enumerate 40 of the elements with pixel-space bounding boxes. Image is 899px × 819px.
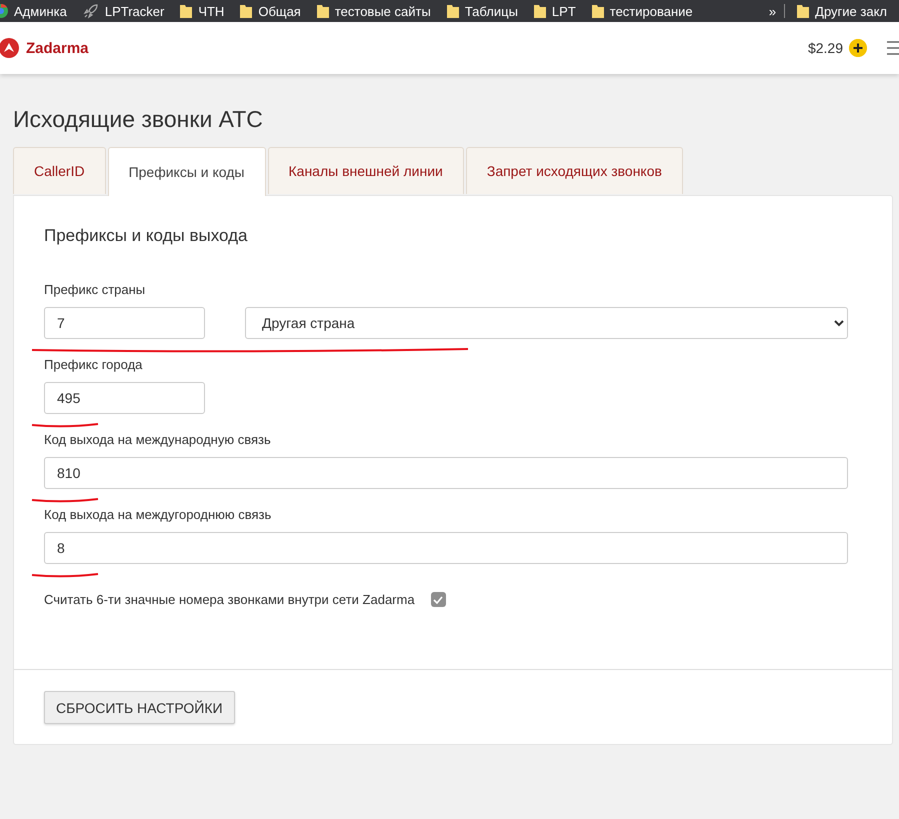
menu-icon[interactable] — [887, 41, 899, 55]
bookmark[interactable]: ЧТН — [176, 4, 236, 18]
tab[interactable]: CallerID — [13, 147, 106, 194]
balance-amount: $2.29 — [808, 40, 843, 56]
section-title: Префиксы и коды выхода — [44, 226, 248, 246]
tab[interactable]: Запрет исходящих звонков — [466, 147, 683, 194]
rocket-icon — [82, 3, 99, 19]
checkbox-label: Считать 6-ти значные номера звонками внутри сети Zadarma — [44, 592, 415, 607]
input-field[interactable]: 810 — [44, 457, 848, 489]
folder-icon — [592, 4, 604, 18]
input-field[interactable]: 495 — [44, 382, 205, 414]
input-field[interactable]: 8 — [44, 532, 848, 564]
reset-settings-button[interactable]: СБРОСИТЬ НАСТРОЙКИ — [44, 691, 235, 724]
field-label: Код выхода на международную связь — [44, 432, 272, 447]
bookmark[interactable]: тестирование — [588, 4, 705, 18]
tab[interactable]: Префиксы и коды — [108, 147, 266, 196]
field-label: Префикс города — [44, 357, 144, 372]
bookmark[interactable]: тестовые сайты — [312, 4, 443, 18]
more-bookmarks-button[interactable]: » — [760, 4, 784, 18]
country-dropdown[interactable]: Другая страна — [245, 307, 848, 339]
field-label: Код выхода на междугороднюю связь — [44, 507, 272, 522]
folder-icon — [534, 4, 546, 18]
bookmark[interactable]: Таблицы — [442, 4, 530, 18]
bookmark[interactable]: Админка — [0, 4, 79, 18]
bookmark[interactable]: LPT — [530, 4, 588, 18]
bookmark[interactable]: Другие закл — [793, 4, 899, 18]
brand-logo[interactable]: Zadarma — [0, 37, 89, 59]
bookmark[interactable]: LPTracker — [78, 3, 176, 19]
checkmark-icon — [433, 596, 444, 604]
page-title: Исходящие звонки АТС — [13, 106, 264, 133]
bookmark[interactable]: Общая — [236, 4, 313, 18]
field-label: Префикс страны — [44, 282, 146, 297]
folder-icon — [446, 4, 459, 18]
tab[interactable]: Каналы внешней линии — [268, 147, 464, 194]
add-funds-icon[interactable] — [849, 39, 867, 57]
input-field[interactable]: 7 — [44, 307, 205, 339]
folder-icon — [240, 4, 252, 18]
folder-icon — [180, 4, 192, 18]
folder-icon — [316, 4, 329, 18]
folder-icon — [797, 4, 810, 18]
